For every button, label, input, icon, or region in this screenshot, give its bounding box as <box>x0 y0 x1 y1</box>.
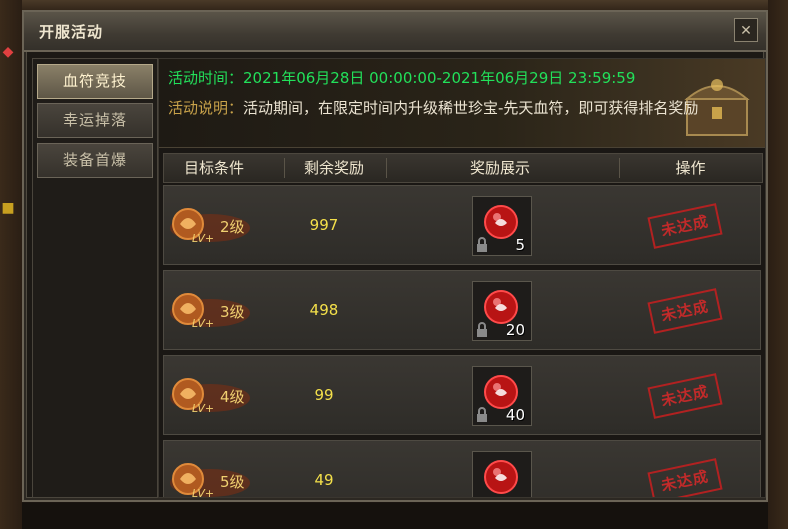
remaining-reward: 997 <box>309 216 339 234</box>
tab-blood-rune[interactable]: 血符竞技 <box>37 64 153 99</box>
content-panel: 活动时间：2021年06月28日 00:00:00-2021年06月29日 23… <box>158 58 766 498</box>
reward-item-slot[interactable]: 40 <box>472 366 532 426</box>
remaining-reward: 99 <box>314 386 334 404</box>
status-stamp: 未达成 <box>647 373 723 419</box>
event-time-value: 2021年06月28日 00:00:00-2021年06月29日 23:59:5… <box>243 69 636 87</box>
table-row: LV+ 3级 498 20 未达成 <box>163 270 761 350</box>
header-action: 操作 <box>675 159 706 177</box>
lock-icon <box>477 322 487 337</box>
event-description-line: 活动说明：活动期间，在限定时间内升级稀世珍宝-先天血符，即可获得排名奖励 <box>168 96 738 120</box>
svg-text:LV+: LV+ <box>192 402 214 415</box>
event-banner: 活动时间：2021年06月28日 00:00:00-2021年06月29日 23… <box>159 59 765 148</box>
event-desc-value: 活动期间，在限定时间内升级稀世珍宝-先天血符，即可获得排名奖励 <box>243 99 699 117</box>
event-time-label: 活动时间： <box>168 69 244 87</box>
table-row: LV+ 4级 99 40 未达成 <box>163 355 761 435</box>
close-button[interactable]: ✕ <box>734 18 758 42</box>
blood-rune-orb-icon <box>484 460 518 494</box>
window-title: 开服活动 <box>39 23 104 41</box>
header-target-condition: 目标条件 <box>183 159 244 177</box>
header-remaining-reward: 剩余奖励 <box>303 159 364 177</box>
level-label: 5级 <box>220 473 245 491</box>
reward-count: 20 <box>505 321 525 339</box>
reward-item-slot[interactable]: 20 <box>472 281 532 341</box>
reward-count: 40 <box>505 406 525 424</box>
header-reward-display: 奖励展示 <box>469 159 530 177</box>
remaining-reward: 498 <box>309 301 339 319</box>
reward-item-slot[interactable]: 5 <box>472 196 532 256</box>
status-stamp: 未达成 <box>647 288 723 334</box>
svg-text:LV+: LV+ <box>192 232 214 245</box>
remaining-reward: 49 <box>314 471 334 489</box>
svg-text:LV+: LV+ <box>192 317 214 330</box>
status-stamp: 未达成 <box>647 458 723 497</box>
table-row: LV+ 2级 997 5 未达成 <box>163 185 761 265</box>
event-desc-label: 活动说明： <box>168 99 244 117</box>
level-label: 2级 <box>220 218 245 236</box>
close-icon: ✕ <box>740 23 752 39</box>
level-label: 4级 <box>220 388 245 406</box>
title-bar[interactable]: 开服活动 ✕ <box>24 12 766 52</box>
tab-lucky-drop[interactable]: 幸运掉落 <box>37 103 153 138</box>
side-marker-icon: ■ <box>1 200 15 216</box>
background-bottom-strip <box>22 503 768 529</box>
svg-text:LV+: LV+ <box>192 487 214 498</box>
event-window: 开服活动 ✕ 血符竞技 幸运掉落 装备首爆 活动时间：2021年06月28日 0… <box>22 10 768 502</box>
background-right-frame <box>768 0 788 529</box>
lock-icon <box>477 407 487 422</box>
background-left-frame: ◆ ■ <box>0 0 22 529</box>
status-stamp: 未达成 <box>647 203 723 249</box>
table-header: 目标条件 剩余奖励 奖励展示 操作 <box>163 153 763 183</box>
lock-icon <box>477 237 487 252</box>
event-time-line: 活动时间：2021年06月28日 00:00:00-2021年06月29日 23… <box>168 67 635 88</box>
side-marker-icon: ◆ <box>2 44 14 60</box>
tab-equipment-first[interactable]: 装备首爆 <box>37 143 153 178</box>
reward-item-slot[interactable] <box>472 451 532 497</box>
sidebar: 血符竞技 幸运掉落 装备首爆 <box>32 58 158 498</box>
reward-count: 5 <box>515 236 525 254</box>
blood-rune-orb-icon <box>484 205 518 239</box>
table-row: LV+ 5级 49 未达成 <box>163 440 761 498</box>
level-label: 3级 <box>220 303 245 321</box>
